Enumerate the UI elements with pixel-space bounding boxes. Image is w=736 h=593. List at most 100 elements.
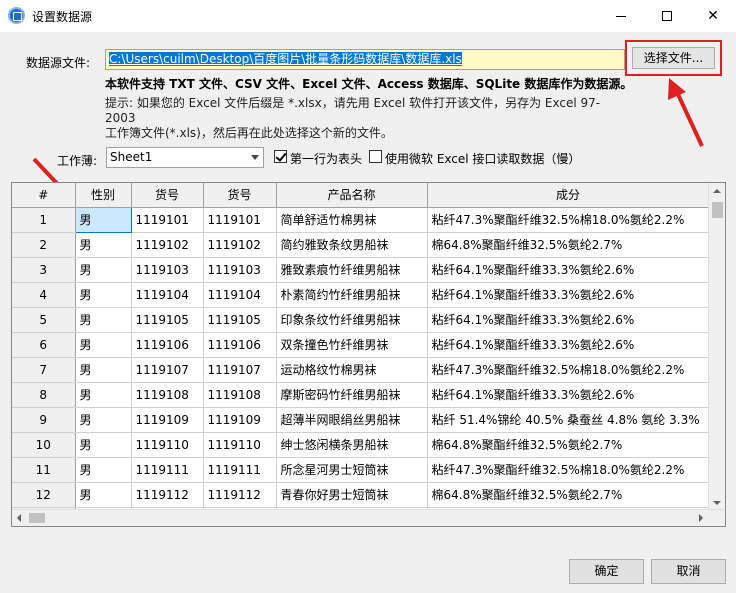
table-cell[interactable]: 朴素简约竹纤维男船袜: [276, 282, 428, 308]
column-header[interactable]: 货号: [203, 183, 277, 208]
table-cell[interactable]: 1119103: [131, 257, 204, 283]
row-number[interactable]: 8: [12, 382, 76, 408]
table-cell[interactable]: 棉64.8%聚酯纤维32.5%氨纶2.7%: [427, 232, 710, 258]
column-header[interactable]: 货号: [131, 183, 204, 208]
table-row[interactable]: 1 男 1119101 1119101 简单舒适竹棉男袜 粘纤47.3%聚酯纤维32.5%…: [12, 206, 710, 233]
row-number[interactable]: 7: [12, 357, 76, 383]
table-row[interactable]: 2 男 1119102 1119102 简约雅致条纹男船袜 棉64.8%聚酯纤维32.5%…: [12, 232, 710, 258]
table-cell[interactable]: 1119105: [203, 307, 277, 333]
table-cell[interactable]: 男: [75, 482, 132, 508]
table-cell[interactable]: 1119112: [203, 482, 277, 508]
cancel-button[interactable]: 取消: [651, 559, 726, 584]
table-cell[interactable]: 棉64.8%聚酯纤维32.5%氨纶2.7%: [427, 482, 710, 508]
table-row[interactable]: 12 男 1119112 1119112 青春你好男士短筒袜 棉64.8%聚酯纤维32.5…: [12, 482, 710, 508]
column-header[interactable]: 产品名称: [276, 183, 428, 208]
table-cell[interactable]: 1119102: [203, 232, 277, 258]
row-number[interactable]: 6: [12, 332, 76, 358]
table-cell[interactable]: 1119105: [131, 307, 204, 333]
table-cell[interactable]: 1119106: [203, 332, 277, 358]
table-cell[interactable]: 印象条纹竹纤维男船袜: [276, 307, 428, 333]
scroll-thumb[interactable]: [712, 202, 723, 218]
table-cell[interactable]: 粘纤64.1%聚酯纤维33.3%氨纶2.6%: [427, 332, 710, 358]
table-cell[interactable]: 粘纤 51.4%锦纶 40.5% 桑蚕丝 4.8% 氨纶 3.3%: [427, 407, 710, 433]
table-cell[interactable]: 粘纤64.1%聚酯纤维33.3%氨纶2.6%: [427, 307, 710, 333]
table-cell[interactable]: 1119104: [131, 282, 204, 308]
table-cell[interactable]: 超薄半网眼绢丝男船袜: [276, 407, 428, 433]
table-cell[interactable]: 男: [75, 232, 132, 258]
table-cell[interactable]: 男: [74, 206, 132, 233]
table-cell[interactable]: 男: [75, 332, 132, 358]
ok-button[interactable]: 确定: [569, 559, 644, 584]
row-number[interactable]: 10: [12, 432, 76, 458]
table-row[interactable]: 9 男 1119109 1119109 超薄半网眼绢丝男船袜 粘纤 51.4%锦纶 40.…: [12, 407, 710, 433]
table-cell[interactable]: 1119111: [131, 457, 204, 483]
table-cell[interactable]: 男: [75, 432, 132, 458]
table-cell[interactable]: 简约雅致条纹男船袜: [276, 232, 428, 258]
table-row[interactable]: 8 男 1119108 1119108 摩斯密码竹纤维男船袜 粘纤64.1%聚酯纤维33.…: [12, 382, 710, 408]
source-path-field[interactable]: C:\Users\cuilm\Desktop\百度图片\批量条形码数据库\数据库…: [105, 49, 625, 70]
row-number[interactable]: 1: [12, 207, 76, 233]
table-cell[interactable]: 1119101: [131, 207, 204, 233]
table-cell[interactable]: 1119103: [203, 257, 277, 283]
maximize-button[interactable]: [644, 0, 690, 32]
table-row[interactable]: 4 男 1119104 1119104 朴素简约竹纤维男船袜 粘纤64.1%聚酯纤维33.…: [12, 282, 710, 308]
table-cell[interactable]: 青春你好男士短筒袜: [276, 482, 428, 508]
row-number[interactable]: 12: [12, 482, 76, 508]
data-grid[interactable]: # 性别 货号 货号 产品名称 成分 1 男 1119101 1119101 简单舒适竹…: [11, 182, 726, 527]
table-cell[interactable]: 运动格纹竹棉男袜: [276, 357, 428, 383]
table-cell[interactable]: 1119102: [131, 232, 204, 258]
row-number[interactable]: 4: [12, 282, 76, 308]
table-cell[interactable]: 男: [75, 457, 132, 483]
column-header[interactable]: #: [12, 183, 76, 208]
scroll-up-icon[interactable]: [713, 189, 721, 193]
table-cell[interactable]: 粘纤64.1%聚酯纤维33.3%氨纶2.6%: [427, 382, 710, 408]
row-number[interactable]: 11: [12, 457, 76, 483]
table-cell[interactable]: 简单舒适竹棉男袜: [276, 207, 428, 233]
table-cell[interactable]: 1119112: [131, 482, 204, 508]
ms-excel-checkbox[interactable]: [369, 150, 382, 163]
sheet-select[interactable]: Sheet1: [106, 147, 264, 168]
table-row[interactable]: 3 男 1119103 1119103 雅致素痕竹纤维男船袜 粘纤64.1%聚酯纤维33.…: [12, 257, 710, 283]
ms-excel-label[interactable]: 使用微软 Excel 接口读取数据（慢）: [385, 150, 580, 167]
table-cell[interactable]: 1119109: [203, 407, 277, 433]
table-row[interactable]: 11 男 1119111 1119111 所念星河男士短筒袜 粘纤47.3%聚酯纤维32.…: [12, 457, 710, 483]
row-number[interactable]: 3: [12, 257, 76, 283]
table-cell[interactable]: 雅致素痕竹纤维男船袜: [276, 257, 428, 283]
table-cell[interactable]: 粘纤47.3%聚酯纤维32.5%棉18.0%氨纶2.2%: [427, 457, 710, 483]
close-button[interactable]: ✕: [690, 0, 736, 32]
table-cell[interactable]: 男: [75, 282, 132, 308]
table-cell[interactable]: 1119110: [131, 432, 204, 458]
table-cell[interactable]: 所念星河男士短筒袜: [276, 457, 428, 483]
table-row[interactable]: 6 男 1119106 1119106 双条撞色竹纤维男袜 粘纤64.1%聚酯纤维33.3…: [12, 332, 710, 358]
column-header[interactable]: 性别: [75, 183, 132, 208]
table-cell[interactable]: 1119101: [203, 207, 277, 233]
row-number[interactable]: 9: [12, 407, 76, 433]
column-header[interactable]: 成分: [427, 183, 710, 208]
row-number[interactable]: 5: [12, 307, 76, 333]
first-row-header-label[interactable]: 第一行为表头: [290, 150, 362, 167]
table-cell[interactable]: 男: [75, 407, 132, 433]
scroll-thumb[interactable]: [29, 513, 45, 523]
table-cell[interactable]: 粘纤64.1%聚酯纤维33.3%氨纶2.6%: [427, 282, 710, 308]
table-cell[interactable]: 棉64.8%聚酯纤维32.5%氨纶2.7%: [427, 432, 710, 458]
first-row-header-checkbox[interactable]: [274, 150, 287, 163]
minimize-button[interactable]: [598, 0, 644, 32]
table-cell[interactable]: 1119104: [203, 282, 277, 308]
table-cell[interactable]: 男: [75, 307, 132, 333]
table-row[interactable]: 10 男 1119110 1119110 绅士悠闲横条男船袜 棉64.8%聚酯纤维32.5…: [12, 432, 710, 458]
row-number[interactable]: 2: [12, 232, 76, 258]
table-cell[interactable]: 粘纤47.3%聚酯纤维32.5%棉18.0%氨纶2.2%: [427, 207, 710, 233]
table-cell[interactable]: 男: [75, 382, 132, 408]
table-cell[interactable]: 1119108: [131, 382, 204, 408]
table-cell[interactable]: 男: [75, 357, 132, 383]
table-cell[interactable]: 1119108: [203, 382, 277, 408]
table-cell[interactable]: 1119107: [203, 357, 277, 383]
table-cell[interactable]: 摩斯密码竹纤维男船袜: [276, 382, 428, 408]
scroll-down-icon[interactable]: [713, 501, 721, 505]
horizontal-scrollbar[interactable]: [12, 509, 725, 526]
vertical-scrollbar[interactable]: [708, 183, 725, 509]
table-cell[interactable]: 1119107: [131, 357, 204, 383]
table-cell[interactable]: 粘纤64.1%聚酯纤维33.3%氨纶2.6%: [427, 257, 710, 283]
scroll-right-icon[interactable]: [699, 514, 703, 522]
table-cell[interactable]: 1119111: [203, 457, 277, 483]
